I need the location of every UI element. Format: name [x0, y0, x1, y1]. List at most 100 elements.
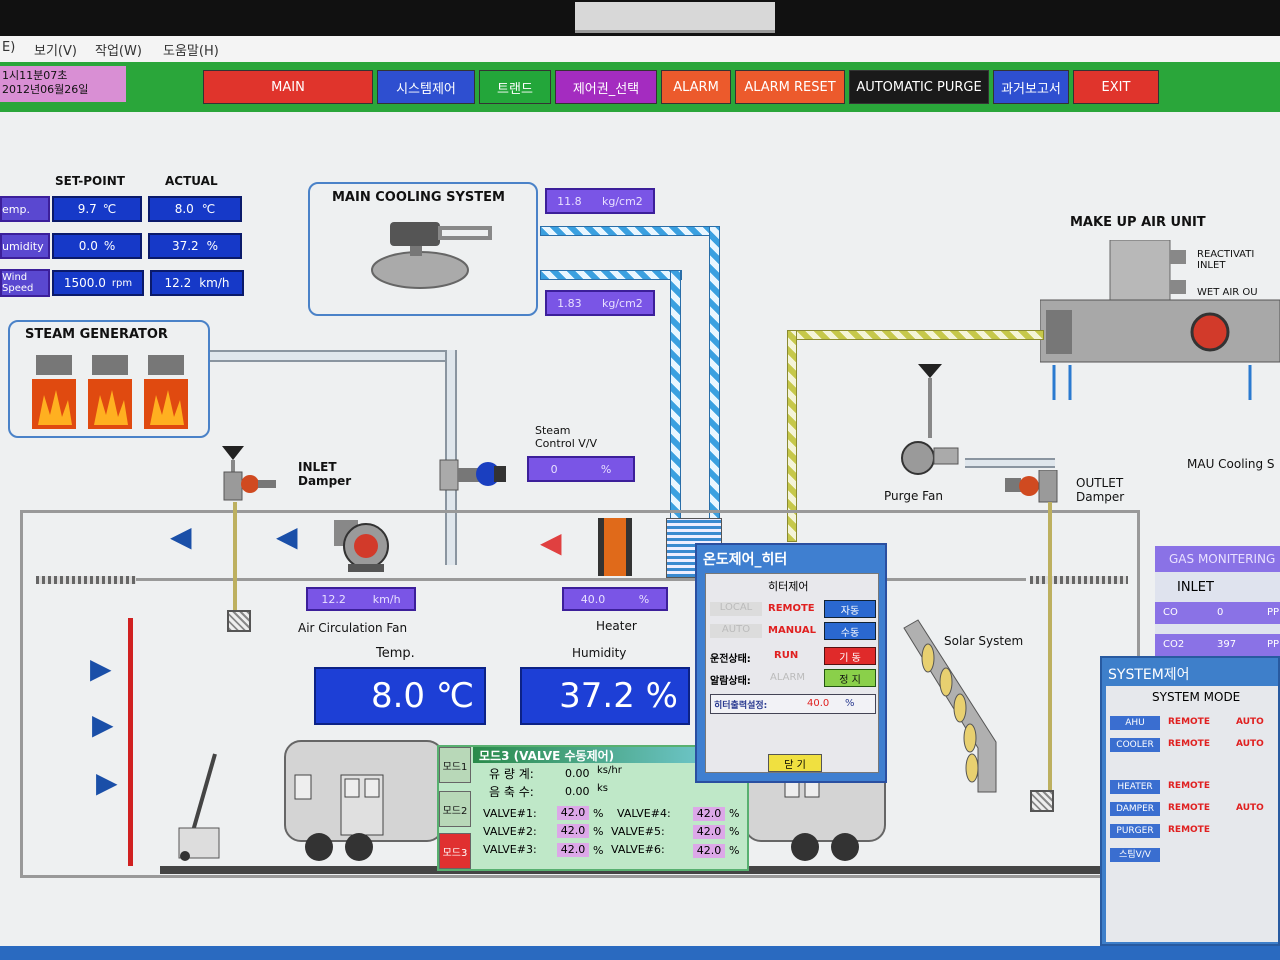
chamber-ceiling-line	[136, 578, 1026, 581]
nav-automatic-purge-button[interactable]: AUTOMATIC PURGE	[849, 70, 989, 104]
inlet-damper-rod	[233, 502, 237, 612]
outlet-damper-label: OUTLET Damper	[1076, 476, 1125, 504]
cooling-pressure-high-value: 11.8	[557, 194, 582, 208]
menu-help[interactable]: 도움말(H)	[163, 40, 219, 59]
nav-exit-label: EXIT	[1101, 79, 1131, 95]
local-option[interactable]: LOCAL	[710, 602, 762, 616]
close-button[interactable]: 닫 기	[768, 754, 822, 772]
nav-system-control-button[interactable]: 시스템제어	[377, 70, 475, 104]
alarm-state-label: 알람상태:	[710, 676, 751, 687]
valve5-field[interactable]: 42.0	[693, 825, 725, 839]
humidity-setpoint-value: 0.0	[78, 239, 98, 253]
system-row-name-button[interactable]: COOLER	[1110, 738, 1160, 752]
valve1-field[interactable]: 42.0	[557, 806, 589, 820]
steam-control-display: 0%	[527, 456, 635, 482]
system-row-name-button[interactable]: 스팀V/V	[1110, 848, 1160, 862]
clock-display: 1시11분07초 2012년06월26일	[0, 66, 126, 102]
system-row-name-button[interactable]: HEATER	[1110, 780, 1160, 794]
chamber-filter-left	[36, 576, 136, 584]
taskbar	[0, 946, 1280, 960]
stop-button[interactable]: 정 지	[824, 669, 876, 687]
wind-setpoint-value: 1500.0	[63, 276, 106, 290]
mode3-tab[interactable]: 모드3	[439, 833, 471, 869]
mau-cooling-label: MAU Cooling S	[1187, 457, 1275, 471]
mau-wet-air-label: WET AIR OU	[1197, 287, 1258, 298]
mau-title: MAKE UP AIR UNIT	[1070, 215, 1206, 230]
outlet-damper-grille	[1030, 790, 1054, 812]
nav-alarm-reset-label: ALARM RESET	[744, 79, 836, 95]
system-row-state[interactable]: AUTO	[1236, 803, 1264, 813]
wind-actual-display: 12.2 km/h	[150, 270, 244, 296]
valve4-field[interactable]: 42.0	[693, 807, 725, 821]
nav-alarm-label: ALARM	[673, 79, 719, 95]
gas-co-unit: PP	[1267, 607, 1280, 618]
wind-actual-unit: km/h	[199, 276, 230, 290]
boiler-burners-icon	[32, 355, 188, 429]
nav-main-button[interactable]: MAIN	[203, 70, 373, 104]
remote-option[interactable]: REMOTE	[768, 603, 815, 614]
wind-setpoint-field[interactable]: 1500.0 rpm	[52, 270, 144, 296]
nav-history-report-button[interactable]: 과거보고서	[993, 70, 1069, 104]
system-row-name-button[interactable]: DAMPER	[1110, 802, 1160, 816]
flow-meter-value: 0.00	[565, 767, 590, 780]
system-row-mode[interactable]: REMOTE	[1168, 717, 1210, 727]
system-row: AHU REMOTE AUTO	[1106, 716, 1278, 732]
main-cooling-title: MAIN COOLING SYSTEM	[332, 190, 505, 205]
menu-file[interactable]: E)	[2, 40, 15, 55]
valve3-field[interactable]: 42.0	[557, 843, 589, 857]
run-state-label: 운전상태:	[710, 654, 751, 665]
system-row-mode[interactable]: REMOTE	[1168, 825, 1210, 835]
nav-control-select-label: 제어권_선택	[572, 81, 640, 97]
nav-trend-button[interactable]: 트랜드	[479, 70, 551, 104]
menu-view[interactable]: 보기(V)	[34, 40, 77, 59]
menu-work[interactable]: 작업(W)	[95, 40, 142, 59]
nav-exit-button[interactable]: EXIT	[1073, 70, 1159, 104]
arrow-left-icon: ◀	[170, 520, 192, 553]
valve2-field[interactable]: 42.0	[557, 824, 589, 838]
valve3-unit: %	[593, 844, 604, 857]
start-button[interactable]: 기 동	[824, 647, 876, 665]
steam-control-unit: %	[600, 462, 612, 476]
auto-option[interactable]: AUTO	[710, 624, 762, 638]
nav-main-label: MAIN	[271, 79, 305, 95]
purge-fan-label: Purge Fan	[884, 489, 943, 503]
system-row-name-button[interactable]: PURGER	[1110, 824, 1160, 838]
system-row-mode[interactable]: REMOTE	[1168, 803, 1210, 813]
heater-output-setting-unit: %	[845, 698, 855, 709]
clock-date: 2012년06월26일	[2, 83, 89, 96]
mode1-tab[interactable]: 모드1	[439, 747, 471, 783]
system-row-state[interactable]: AUTO	[1236, 717, 1264, 727]
valve4-label: VALVE#4:	[617, 807, 671, 820]
accumulated-unit: ks	[597, 783, 609, 794]
auto-button[interactable]: 자동	[824, 600, 876, 618]
nav-alarm-button[interactable]: ALARM	[661, 70, 731, 104]
heater-label: Heater	[596, 619, 637, 633]
air-circ-speed-value: 12.2	[321, 592, 346, 606]
valve6-field[interactable]: 42.0	[693, 844, 725, 858]
system-row: DAMPER REMOTE AUTO	[1106, 802, 1278, 818]
steam-control-label: Steam Control V/V	[535, 424, 598, 450]
coolant-pipe-return-h	[540, 270, 682, 280]
gas-co-row: CO 0 PP	[1155, 602, 1280, 624]
purge-pipe	[965, 458, 1055, 468]
humidity-setpoint-field[interactable]: 0.0%	[52, 233, 142, 259]
run-state-value: RUN	[774, 650, 799, 661]
system-row-mode[interactable]: REMOTE	[1168, 781, 1210, 791]
heater-output-setting-field[interactable]: 히터출력설정: 40.0 %	[710, 694, 876, 714]
system-row-mode[interactable]: REMOTE	[1168, 739, 1210, 749]
manual-option[interactable]: MANUAL	[768, 625, 816, 636]
flow-meter-unit: ks/hr	[597, 765, 622, 776]
nav-control-select-button[interactable]: 제어권_선택	[555, 70, 657, 104]
humidity-big-value: 37.2 %	[559, 676, 678, 716]
valve5-label: VALVE#5:	[611, 825, 665, 838]
heater-output-value: 40.0	[580, 592, 606, 606]
valve6-unit: %	[729, 844, 740, 857]
system-row-state[interactable]: AUTO	[1236, 739, 1264, 749]
coolant-pipe-return-v	[670, 270, 681, 528]
nav-alarm-reset-button[interactable]: ALARM RESET	[735, 70, 845, 104]
system-row-name-button[interactable]: AHU	[1110, 716, 1160, 730]
mode2-tab[interactable]: 모드2	[439, 791, 471, 827]
temp-setpoint-field[interactable]: 9.7 ℃	[52, 196, 142, 222]
heater-dialog-subtitle: 히터제어	[768, 580, 809, 593]
manual-button[interactable]: 수동	[824, 622, 876, 640]
